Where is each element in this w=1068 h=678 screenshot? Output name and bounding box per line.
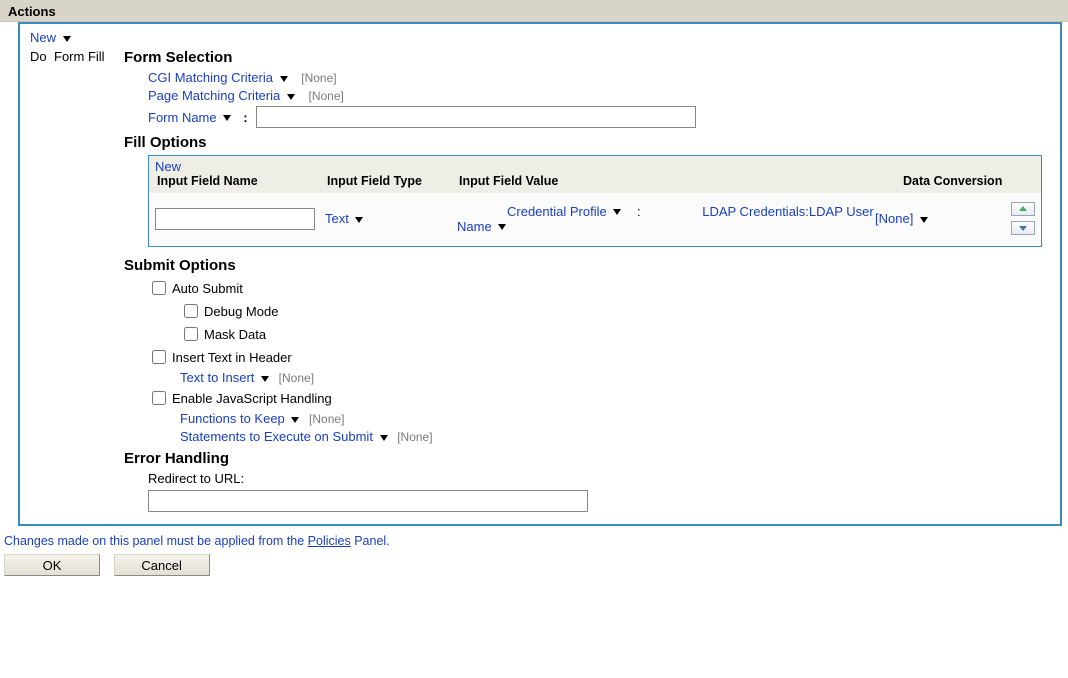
- input-field-value-colon: :: [637, 204, 641, 219]
- input-field-value-kind-dropdown[interactable]: Credential Profile: [507, 204, 625, 219]
- auto-submit-checkbox[interactable]: [152, 281, 166, 295]
- ok-button[interactable]: OK: [4, 554, 100, 576]
- chevron-down-icon: [261, 376, 269, 382]
- debug-mode-label: Debug Mode: [204, 304, 278, 319]
- page-criteria-value: [None]: [308, 89, 343, 103]
- enable-js-checkbox[interactable]: [152, 391, 166, 405]
- input-field-value-kind-label: Credential Profile: [507, 204, 607, 219]
- form-name-input[interactable]: [256, 106, 696, 128]
- col-data-conversion: Data Conversion: [903, 174, 1033, 188]
- chevron-down-icon: [223, 115, 231, 121]
- chevron-down-icon: [63, 36, 71, 42]
- chevron-down-icon: [380, 435, 388, 441]
- footer-note: Changes made on this panel must be appli…: [4, 534, 1068, 548]
- panel-new-dropdown[interactable]: New: [30, 30, 71, 45]
- col-input-field-type: Input Field Type: [327, 174, 459, 188]
- fill-options-box: New Input Field Name Input Field Type In…: [148, 155, 1042, 247]
- actions-title: Actions: [8, 4, 56, 19]
- text-to-insert-value: [None]: [279, 371, 314, 385]
- col-input-field-value: Input Field Value: [459, 174, 903, 188]
- arrow-up-icon: [1019, 206, 1027, 211]
- debug-mode-checkbox[interactable]: [184, 304, 198, 318]
- page-criteria-dropdown[interactable]: Page Matching Criteria: [148, 88, 298, 103]
- text-to-insert-dropdown[interactable]: Text to Insert: [180, 370, 273, 385]
- error-handling-title: Error Handling: [124, 450, 1050, 467]
- redirect-url-input[interactable]: [148, 490, 588, 512]
- panel-new-label: New: [30, 30, 56, 45]
- insert-text-label: Insert Text in Header: [172, 350, 292, 365]
- chevron-down-icon: [291, 417, 299, 423]
- redirect-label: Redirect to URL:: [148, 471, 1050, 486]
- mask-data-checkbox[interactable]: [184, 327, 198, 341]
- cgi-criteria-dropdown[interactable]: CGI Matching Criteria: [148, 70, 291, 85]
- enable-js-label: Enable JavaScript Handling: [172, 391, 332, 406]
- functions-to-keep-value: [None]: [309, 412, 344, 426]
- auto-submit-label: Auto Submit: [172, 281, 243, 296]
- submit-options-title: Submit Options: [124, 257, 1050, 274]
- functions-to-keep-label: Functions to Keep: [180, 411, 285, 426]
- data-conversion-value: [None]: [875, 211, 913, 226]
- form-name-colon: :: [243, 110, 247, 125]
- mask-data-label: Mask Data: [204, 327, 266, 342]
- actions-header: Actions: [0, 0, 1068, 22]
- form-selection-title: Form Selection: [124, 49, 1050, 66]
- chevron-down-icon: [613, 209, 621, 215]
- chevron-down-icon: [355, 217, 363, 223]
- page-criteria-label: Page Matching Criteria: [148, 88, 280, 103]
- form-name-label: Form Name: [148, 110, 217, 125]
- input-field-type-value: Text: [325, 211, 349, 226]
- chevron-down-icon: [920, 217, 928, 223]
- chevron-down-icon: [498, 224, 506, 230]
- actions-panel: New Do Form Fill Form Selection CGI Matc…: [18, 22, 1062, 526]
- cgi-criteria-label: CGI Matching Criteria: [148, 70, 273, 85]
- arrow-down-icon: [1019, 226, 1027, 231]
- functions-to-keep-dropdown[interactable]: Functions to Keep: [180, 411, 303, 426]
- form-fill-label: Form Fill: [54, 47, 124, 64]
- statements-dropdown[interactable]: Statements to Execute on Submit: [180, 429, 391, 444]
- fill-row: Text Credential Profile : LDAP Credentia…: [155, 197, 1035, 238]
- text-to-insert-label: Text to Insert: [180, 370, 254, 385]
- fill-options-title: Fill Options: [124, 134, 1050, 151]
- fill-new-link[interactable]: New: [155, 159, 181, 174]
- chevron-down-icon: [287, 94, 295, 100]
- chevron-down-icon: [280, 76, 288, 82]
- statements-label: Statements to Execute on Submit: [180, 429, 373, 444]
- statements-value: [None]: [397, 430, 432, 444]
- footer-note-before: Changes made on this panel must be appli…: [4, 534, 308, 548]
- form-name-dropdown[interactable]: Form Name: [148, 110, 231, 125]
- cancel-button[interactable]: Cancel: [114, 554, 210, 576]
- footer-note-after: Panel.: [351, 534, 390, 548]
- move-down-button[interactable]: [1011, 221, 1035, 235]
- data-conversion-dropdown[interactable]: [None]: [875, 211, 928, 226]
- move-up-button[interactable]: [1011, 202, 1035, 216]
- insert-text-checkbox[interactable]: [152, 350, 166, 364]
- cgi-criteria-value: [None]: [301, 71, 336, 85]
- policies-link[interactable]: Policies: [308, 534, 351, 548]
- do-label: Do: [30, 47, 54, 64]
- input-field-type-dropdown[interactable]: Text: [325, 211, 363, 226]
- input-field-name-input[interactable]: [155, 208, 315, 230]
- col-input-field-name: Input Field Name: [157, 174, 327, 188]
